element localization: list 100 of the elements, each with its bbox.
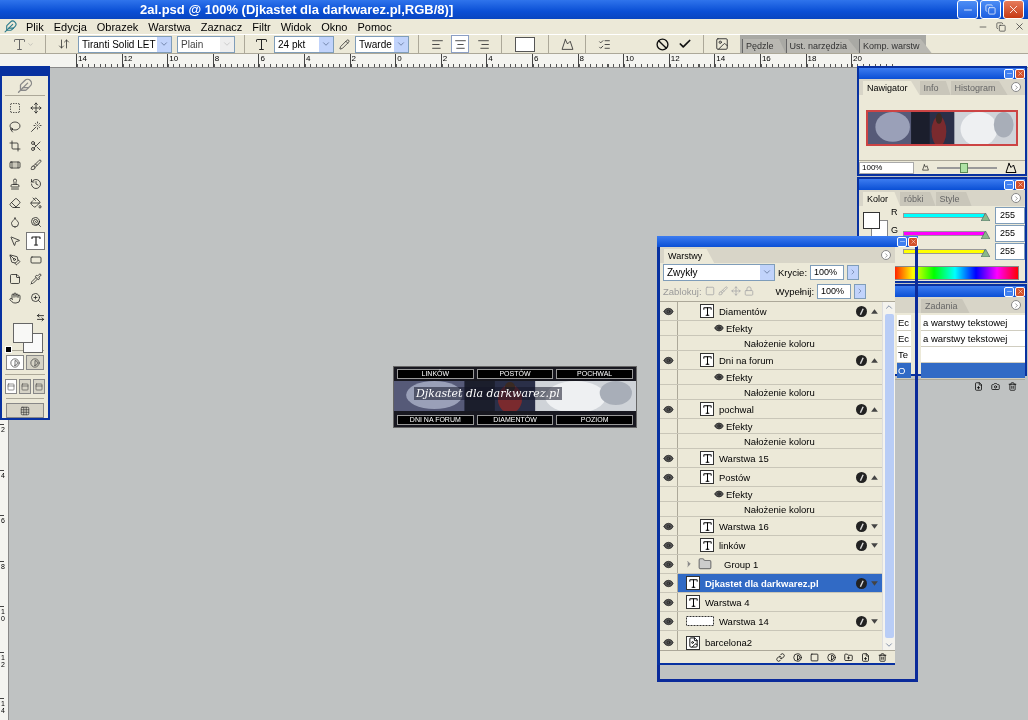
history-item[interactable]: a warstwy tekstowej [921, 331, 1025, 347]
layer-row[interactable]: Diamentów [660, 302, 882, 321]
layer-row[interactable]: Djkastet dla darkwarez.pl [660, 574, 882, 593]
opacity-field[interactable]: 100% [810, 264, 845, 280]
layer-row[interactable]: Warstwa 15 [660, 449, 882, 468]
collapse-triangle-icon[interactable] [870, 355, 879, 365]
menu-item[interactable]: Pomoc [352, 20, 397, 33]
zoom-in-icon[interactable] [1005, 161, 1017, 174]
trash-icon[interactable] [878, 652, 887, 662]
expand-triangle-icon[interactable] [870, 521, 879, 531]
document-icon[interactable] [974, 381, 983, 391]
palette-well-tab[interactable]: Ust. narzędzia [785, 39, 860, 53]
palette-tab[interactable]: Zadania [921, 299, 970, 313]
trash-icon[interactable] [1008, 381, 1017, 391]
layer-row[interactable]: Warstwa 4 [660, 593, 882, 612]
mask-mode-button[interactable] [26, 355, 44, 370]
close-button[interactable] [1015, 286, 1025, 297]
swap-icon[interactable] [36, 313, 45, 323]
menu-item[interactable]: Okno [316, 20, 353, 33]
layer-row[interactable]: barcelona2 [660, 631, 882, 650]
channel-value-field[interactable]: 255 [995, 206, 1025, 224]
minimize-button[interactable] [1004, 286, 1014, 297]
fill-field[interactable]: 100% [817, 283, 852, 299]
menu-item[interactable]: Zaznacz [195, 20, 248, 33]
menu-item[interactable]: Widok [275, 20, 317, 33]
palette-tab[interactable]: Histogram [950, 81, 1008, 95]
color-swatches-drawing[interactable] [13, 323, 43, 354]
font-size-select[interactable]: 24 pkt [274, 35, 334, 53]
minimize-button[interactable] [897, 236, 907, 247]
cancel-button[interactable] [653, 35, 671, 53]
palette-well-tab[interactable]: Pędzle [742, 39, 786, 53]
restore-button[interactable] [980, 0, 1001, 19]
slider-track[interactable] [903, 230, 985, 236]
file-browser-button[interactable] [713, 35, 731, 53]
new-layer-icon[interactable] [861, 652, 870, 662]
visibility-toggle[interactable] [660, 449, 678, 467]
layer-row[interactable]: Postów [660, 468, 882, 487]
history-item[interactable]: a warstwy tekstowej [921, 315, 1025, 331]
menu-item[interactable]: Filtr [247, 20, 276, 33]
palette-menu-button[interactable] [1011, 193, 1021, 203]
channel-value-field[interactable]: 255 [995, 242, 1025, 260]
minimize-button[interactable] [957, 0, 978, 19]
menu-item[interactable]: Edycja [48, 20, 92, 33]
expand-arrow-icon[interactable] [684, 559, 694, 569]
visibility-toggle[interactable] [660, 468, 678, 486]
font-family-select[interactable]: Tiranti Solid LET [78, 35, 172, 53]
mask-icon[interactable] [810, 652, 819, 662]
slider-thumb[interactable] [981, 213, 990, 221]
layer-row[interactable]: pochwal [660, 400, 882, 419]
antialias-select[interactable]: Twarde [355, 35, 409, 53]
close-button[interactable] [1015, 179, 1025, 190]
collapse-triangle-icon[interactable] [870, 306, 879, 316]
visibility-toggle[interactable] [660, 351, 678, 369]
expand-triangle-icon[interactable] [870, 616, 879, 626]
slider-thumb[interactable] [960, 162, 968, 173]
link-icon[interactable] [776, 652, 785, 662]
palette-tab[interactable]: Style [935, 192, 972, 206]
feather-icon[interactable] [15, 78, 35, 94]
palette-tab[interactable]: Warstwy [664, 249, 715, 263]
default-colors-icon[interactable] [5, 346, 12, 354]
collapse-triangle-icon[interactable] [870, 404, 879, 414]
collapse-triangle-icon[interactable] [870, 472, 879, 482]
visibility-toggle[interactable] [660, 593, 678, 611]
close-button[interactable] [908, 236, 918, 247]
palette-menu-button[interactable] [881, 250, 891, 260]
zoom-field[interactable]: 100% [859, 161, 914, 174]
text-color-swatch[interactable] [515, 36, 535, 52]
visibility-toggle[interactable] [660, 574, 678, 592]
align-button[interactable] [451, 35, 469, 53]
blend-mode-select[interactable]: Zwykły [663, 263, 775, 281]
channel-value-field[interactable]: 255 [995, 224, 1025, 242]
minimize-button[interactable] [1004, 179, 1014, 190]
palette-well-tab[interactable]: Komp. warstw [859, 39, 932, 53]
close-button[interactable] [1003, 0, 1024, 19]
minimize-button[interactable] [1004, 68, 1014, 79]
adjustment-icon[interactable] [827, 652, 836, 662]
slider-track[interactable] [903, 248, 985, 254]
tool-button[interactable] [26, 232, 45, 251]
style-icon[interactable] [793, 652, 802, 662]
slider-thumb[interactable] [981, 249, 990, 257]
camera-icon[interactable] [991, 381, 1000, 391]
new-group-icon[interactable] [844, 652, 853, 662]
jump-to-button[interactable] [6, 403, 44, 418]
menu-item[interactable]: Obrazek [91, 20, 144, 33]
font-style-select[interactable]: Plain [177, 35, 235, 53]
layer-row[interactable]: Warstwa 14 [660, 612, 882, 631]
zoom-out-icon[interactable] [922, 164, 929, 171]
palette-tab[interactable]: róbki [900, 192, 936, 206]
menu-item[interactable]: Plik [21, 20, 49, 33]
eye-icon[interactable] [714, 323, 724, 333]
visibility-toggle[interactable] [660, 555, 678, 573]
layer-row[interactable]: Dni na forum [660, 351, 882, 370]
slider-track[interactable] [903, 212, 985, 218]
visibility-toggle[interactable] [660, 517, 678, 535]
color-swatches-drawing[interactable] [863, 212, 888, 237]
visibility-toggle[interactable] [660, 612, 678, 630]
scrollbar[interactable] [882, 302, 895, 650]
palette-tab[interactable]: Nawigator [863, 81, 920, 95]
palette-tab[interactable]: Info [919, 81, 951, 95]
layer-row[interactable]: linków [660, 536, 882, 555]
